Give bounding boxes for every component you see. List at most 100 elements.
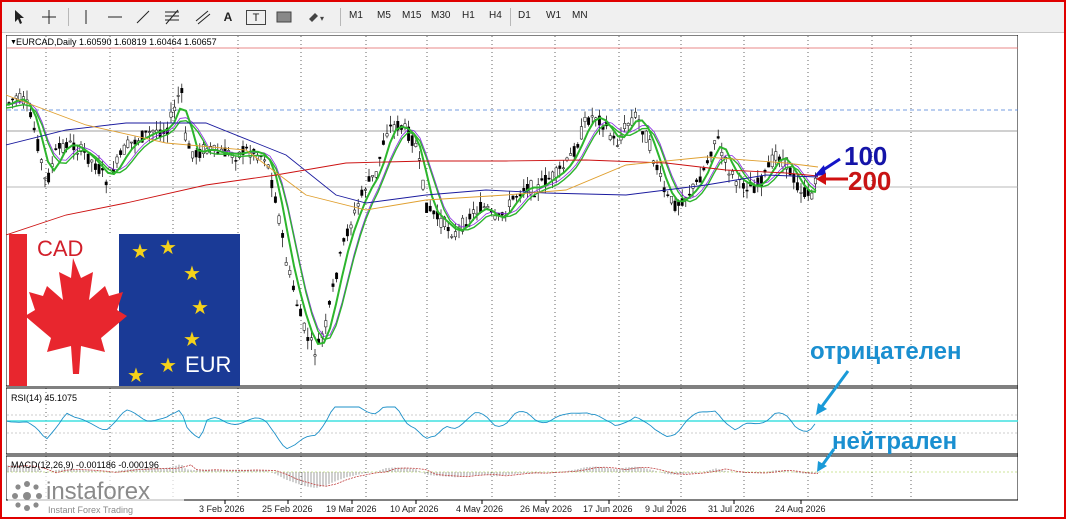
time-tick-label: 4 May 2026	[456, 504, 503, 513]
time-tick-label: 31 Jul 2026	[708, 504, 755, 513]
candle-body	[374, 171, 378, 178]
svg-text:★: ★	[183, 263, 201, 285]
candle-body	[752, 185, 756, 193]
candle-body	[644, 130, 648, 143]
candle-body	[295, 304, 299, 307]
time-tick-label: 19 Mar 2026	[326, 504, 377, 513]
candle-body	[367, 176, 371, 182]
candle-body	[687, 193, 691, 196]
candle-body	[417, 158, 421, 161]
candle-body	[767, 162, 771, 168]
candle-body	[648, 139, 652, 151]
candle-body	[381, 140, 385, 145]
candle-body	[673, 200, 677, 211]
timeframe-w1[interactable]: W1	[546, 10, 561, 21]
channel-icon[interactable]	[192, 6, 214, 28]
timeframe-h4[interactable]: H4	[489, 10, 502, 21]
trendline-icon[interactable]	[134, 6, 152, 28]
candle-body	[659, 173, 663, 177]
svg-text:★: ★	[159, 237, 177, 259]
candle-body	[378, 156, 382, 159]
candle-body	[345, 228, 349, 237]
candle-body	[547, 177, 551, 180]
candle-body	[291, 285, 295, 291]
candle-body	[273, 196, 277, 203]
candle-body	[630, 117, 634, 126]
timeframe-m1[interactable]: M1	[349, 10, 363, 21]
candle-body	[734, 181, 738, 186]
candle-body	[774, 151, 778, 161]
text-icon[interactable]: A	[220, 6, 236, 28]
timeframe-m5[interactable]: M5	[377, 10, 391, 21]
svg-text:★: ★	[191, 297, 209, 319]
cursor-icon[interactable]	[10, 6, 30, 28]
candle-body	[371, 175, 375, 178]
candle-body	[144, 130, 148, 133]
candle-body	[615, 145, 619, 147]
candle-body	[61, 143, 65, 153]
candle-body	[543, 175, 547, 186]
candle-body	[194, 150, 198, 158]
candle-body	[263, 159, 267, 162]
candle-body	[572, 146, 576, 157]
candle-body	[533, 195, 537, 198]
candle-body	[191, 151, 195, 159]
time-tick-label: 26 May 2026	[520, 504, 572, 513]
collapse-triangle-icon[interactable]: ▼	[10, 39, 17, 46]
candle-body	[702, 167, 706, 171]
fibonacci-icon[interactable]	[162, 6, 182, 28]
text-label-icon[interactable]: T	[246, 10, 266, 25]
candle-body	[421, 179, 425, 190]
candle-body	[770, 154, 774, 168]
candle-body	[716, 136, 720, 139]
timeframe-d1[interactable]: D1	[518, 10, 531, 21]
candle-body	[270, 179, 274, 189]
svg-text:★: ★	[131, 241, 149, 263]
time-tick-label: 9 Jul 2026	[645, 504, 687, 513]
candle-body	[713, 140, 717, 145]
candle-body	[554, 167, 558, 178]
vertical-line-icon[interactable]	[78, 6, 94, 28]
candle-body	[90, 159, 94, 163]
candle-body	[284, 262, 288, 266]
candle-body	[245, 146, 249, 149]
candle-body	[561, 167, 565, 170]
candle-body	[569, 153, 573, 156]
candle-body	[47, 172, 51, 183]
candle-body	[425, 202, 429, 213]
candle-body	[540, 178, 544, 181]
candle-body	[86, 153, 90, 164]
timeframe-mn[interactable]: MN	[572, 10, 588, 21]
candle-body	[129, 141, 133, 144]
candle-body	[309, 337, 313, 341]
timeframe-m15[interactable]: M15	[402, 10, 421, 21]
candle-body	[57, 143, 61, 149]
candle-body	[623, 123, 627, 129]
candle-body	[709, 151, 713, 157]
candle-body	[432, 210, 436, 215]
shapes-icon[interactable]: ▾	[306, 6, 330, 28]
time-tick-label: 25 Feb 2026	[262, 504, 313, 513]
candle-body	[655, 165, 659, 171]
candle-body	[486, 206, 490, 209]
candle-body	[515, 196, 519, 198]
ma200-annotation: 200	[848, 166, 891, 196]
candle-body	[173, 106, 177, 112]
candle-body	[104, 181, 108, 186]
candle-body	[119, 150, 123, 155]
candle-body	[522, 188, 526, 191]
timeframe-h1[interactable]: H1	[462, 10, 475, 21]
horizontal-line-icon[interactable]	[106, 6, 124, 28]
rsi-label: RSI(14) 45.1075	[11, 393, 77, 403]
candle-body	[281, 233, 285, 238]
candle-body	[93, 163, 97, 170]
candle-body	[180, 88, 184, 94]
rectangle-icon[interactable]	[274, 6, 294, 28]
time-tick-label: 10 Apr 2026	[390, 504, 439, 513]
candle-body	[29, 112, 33, 118]
timeframe-m30[interactable]: M30	[431, 10, 450, 21]
candle-body	[511, 195, 515, 200]
macd-annotation: нейтрален	[832, 428, 957, 455]
candle-body	[338, 252, 342, 254]
crosshair-icon[interactable]	[38, 6, 60, 28]
